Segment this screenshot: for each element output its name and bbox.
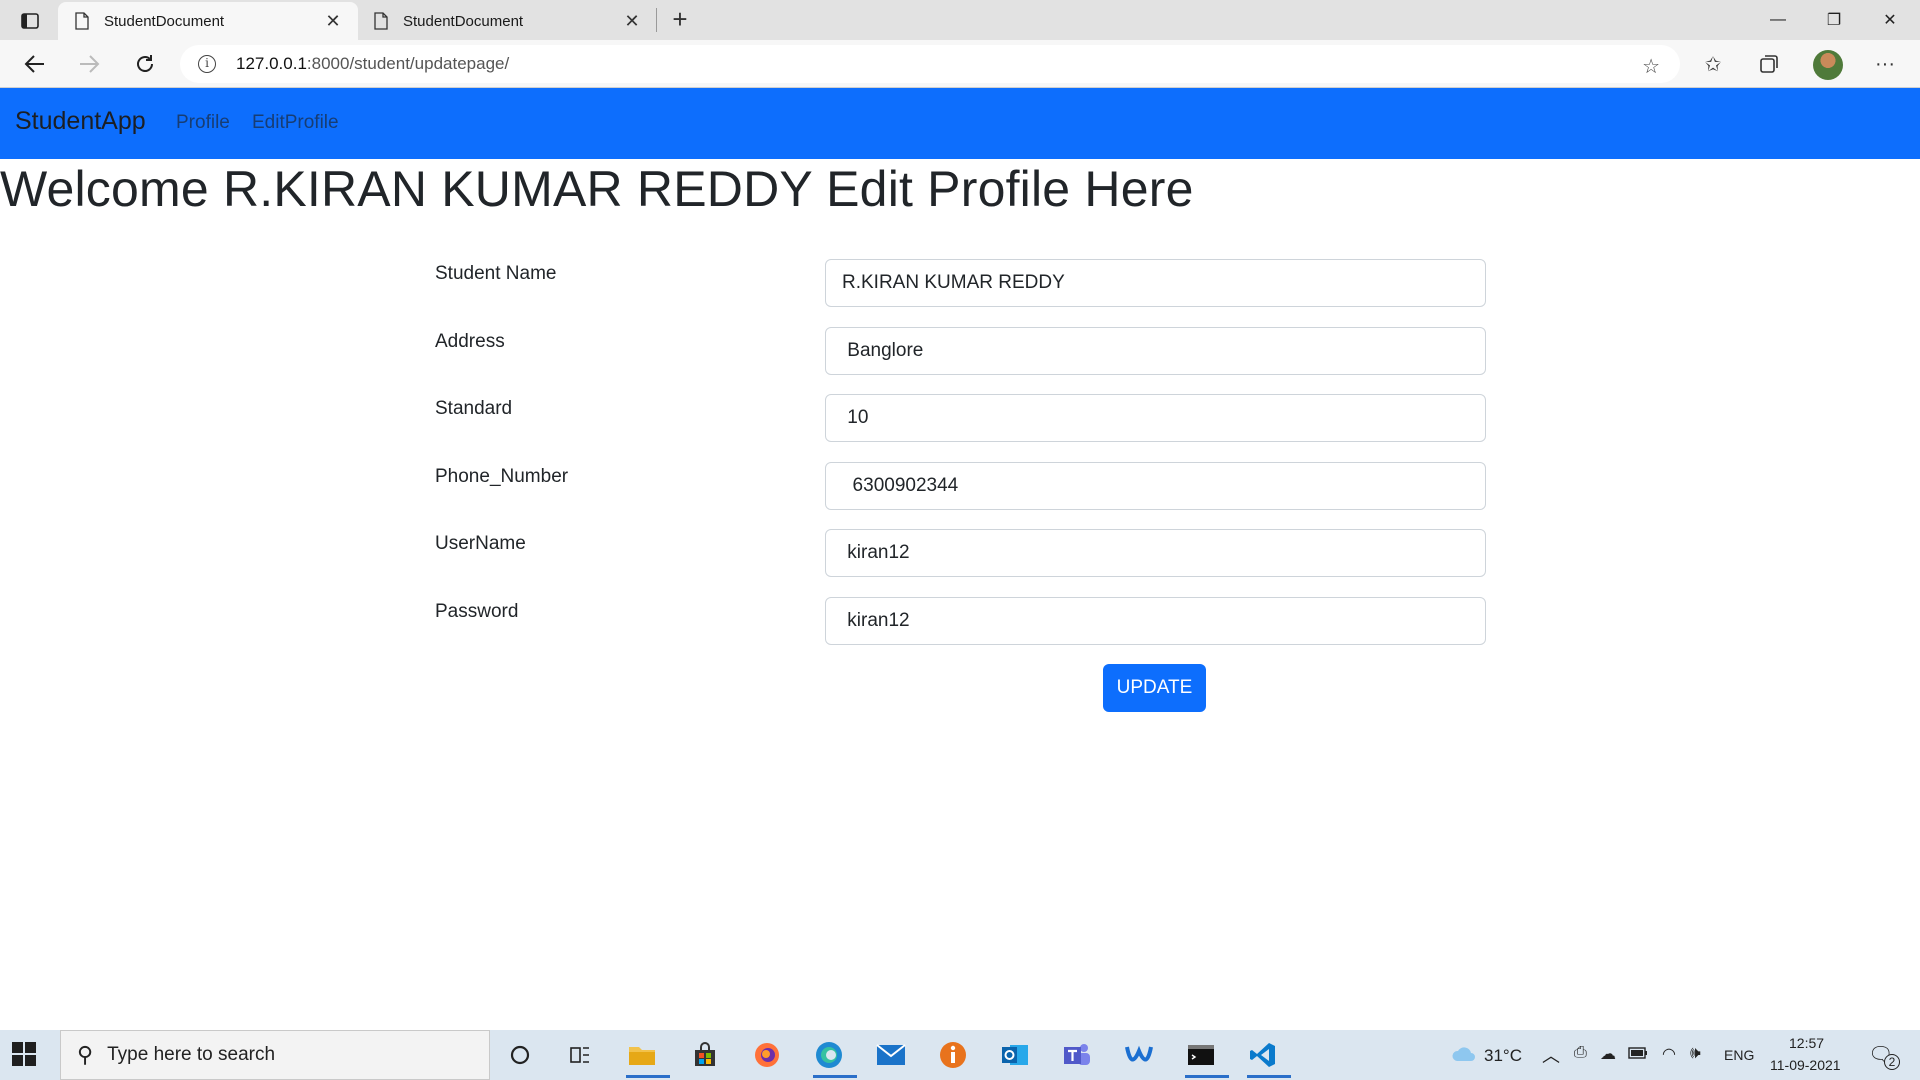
site-navbar: StudentApp Profile EditProfile	[0, 88, 1920, 159]
meet-now-icon[interactable]: ⎙	[1574, 1044, 1587, 1062]
teams-icon[interactable]	[1057, 1038, 1097, 1072]
update-button[interactable]: UPDATE	[1103, 664, 1206, 712]
weather-icon[interactable]	[1444, 1038, 1484, 1072]
clock-time[interactable]: 12:57	[1789, 1035, 1824, 1051]
microsoft-store-icon[interactable]	[685, 1038, 725, 1072]
tab-title: StudentDocument	[104, 12, 225, 30]
standard-input[interactable]	[825, 394, 1486, 442]
address-input[interactable]	[825, 327, 1486, 375]
browser-tab-bar: StudentDocument ✕ StudentDocument ✕ + — …	[0, 0, 1920, 40]
webex-icon[interactable]	[1119, 1038, 1159, 1072]
student-name-input[interactable]	[825, 259, 1486, 307]
page-icon	[75, 12, 89, 30]
phone-number-input[interactable]	[825, 462, 1486, 510]
password-input[interactable]	[825, 597, 1486, 645]
info-app-icon[interactable]	[933, 1038, 973, 1072]
add-favorite-icon[interactable]: ☆	[1642, 54, 1660, 79]
search-placeholder: Type here to search	[107, 1044, 276, 1065]
volume-icon[interactable]: 🕪	[1690, 1043, 1701, 1063]
cortana-icon[interactable]	[500, 1038, 540, 1072]
edge-browser-icon[interactable]	[809, 1038, 857, 1078]
url-host: 127.0.0.1	[236, 54, 307, 73]
username-label: UserName	[435, 533, 526, 554]
terminal-icon[interactable]	[1181, 1038, 1229, 1078]
clock-date[interactable]: 11-09-2021	[1770, 1057, 1841, 1073]
url-path: :8000/student/updatepage/	[306, 54, 510, 73]
close-window-icon[interactable]: ✕	[1862, 0, 1918, 40]
student-name-label: Student Name	[435, 263, 557, 284]
username-input[interactable]	[825, 529, 1486, 577]
password-label: Password	[435, 601, 519, 622]
form-row-password: Password	[435, 597, 1486, 645]
site-info-icon[interactable]: i	[198, 55, 216, 73]
tab-student-document-active[interactable]: StudentDocument ✕	[58, 2, 358, 40]
phone-number-label: Phone_Number	[435, 466, 569, 487]
nav-link-editprofile[interactable]: EditProfile	[252, 112, 339, 134]
web-page: StudentApp Profile EditProfile Welcome R…	[0, 88, 1920, 1030]
standard-label: Standard	[435, 398, 513, 419]
brand-link[interactable]: StudentApp	[15, 107, 146, 136]
page-icon	[374, 12, 388, 30]
new-tab-icon[interactable]: +	[666, 6, 694, 34]
tab-student-document[interactable]: StudentDocument ✕	[357, 2, 657, 40]
windows-start-icon[interactable]	[12, 1042, 38, 1068]
form-row-phone-number: Phone_Number	[435, 462, 1486, 510]
profile-avatar[interactable]	[1813, 50, 1843, 80]
browser-toolbar: i 127.0.0.1:8000/student/updatepage/ ☆ ✩…	[0, 40, 1920, 88]
address-bar[interactable]: i 127.0.0.1:8000/student/updatepage/ ☆	[180, 45, 1680, 83]
show-hidden-icons-chevron-icon[interactable]: ︿	[1542, 1042, 1560, 1068]
taskbar-search-box[interactable]: ⚲ Type here to search	[60, 1030, 490, 1080]
task-view-icon[interactable]	[560, 1038, 600, 1072]
tab-separator	[656, 8, 657, 32]
back-icon[interactable]	[18, 48, 52, 80]
file-explorer-icon[interactable]	[622, 1038, 670, 1078]
firefox-icon[interactable]	[747, 1038, 787, 1072]
close-tab-icon[interactable]: ✕	[324, 11, 342, 32]
forward-icon[interactable]	[72, 48, 106, 80]
address-label: Address	[435, 331, 505, 352]
tab-title: StudentDocument	[403, 12, 524, 30]
restore-icon[interactable]: ❐	[1806, 0, 1862, 40]
form-row-standard: Standard	[435, 394, 1486, 442]
notification-count-badge: 2	[1884, 1054, 1900, 1070]
collections-icon[interactable]	[1752, 48, 1786, 80]
outlook-icon[interactable]	[995, 1038, 1035, 1072]
form-row-username: UserName	[435, 529, 1486, 577]
windows-taskbar: ⚲ Type here to search 31°C ︿ ⎙ ☁ ◠ 🕪 ENG…	[0, 1030, 1920, 1080]
mail-icon[interactable]	[871, 1038, 911, 1072]
refresh-icon[interactable]	[128, 48, 162, 80]
tab-actions-icon[interactable]	[16, 10, 44, 32]
minimize-icon[interactable]: —	[1750, 0, 1806, 40]
favorites-icon[interactable]: ✩	[1696, 48, 1730, 80]
language-indicator[interactable]: ENG	[1724, 1047, 1754, 1063]
weather-temperature[interactable]: 31°C	[1484, 1046, 1522, 1066]
close-tab-icon[interactable]: ✕	[623, 11, 641, 32]
nav-link-profile[interactable]: Profile	[176, 112, 230, 134]
page-title: Welcome R.KIRAN KUMAR REDDY Edit Profile…	[0, 161, 1194, 217]
form-row-address: Address	[435, 327, 1486, 375]
search-icon: ⚲	[77, 1042, 94, 1067]
more-menu-icon[interactable]: ···	[1868, 48, 1902, 80]
wifi-icon[interactable]: ◠	[1662, 1044, 1676, 1064]
form-row-student-name: Student Name	[435, 259, 1486, 307]
battery-icon[interactable]	[1628, 1046, 1648, 1063]
network-cloud-icon[interactable]: ☁	[1600, 1044, 1616, 1064]
vscode-icon[interactable]	[1243, 1038, 1291, 1078]
